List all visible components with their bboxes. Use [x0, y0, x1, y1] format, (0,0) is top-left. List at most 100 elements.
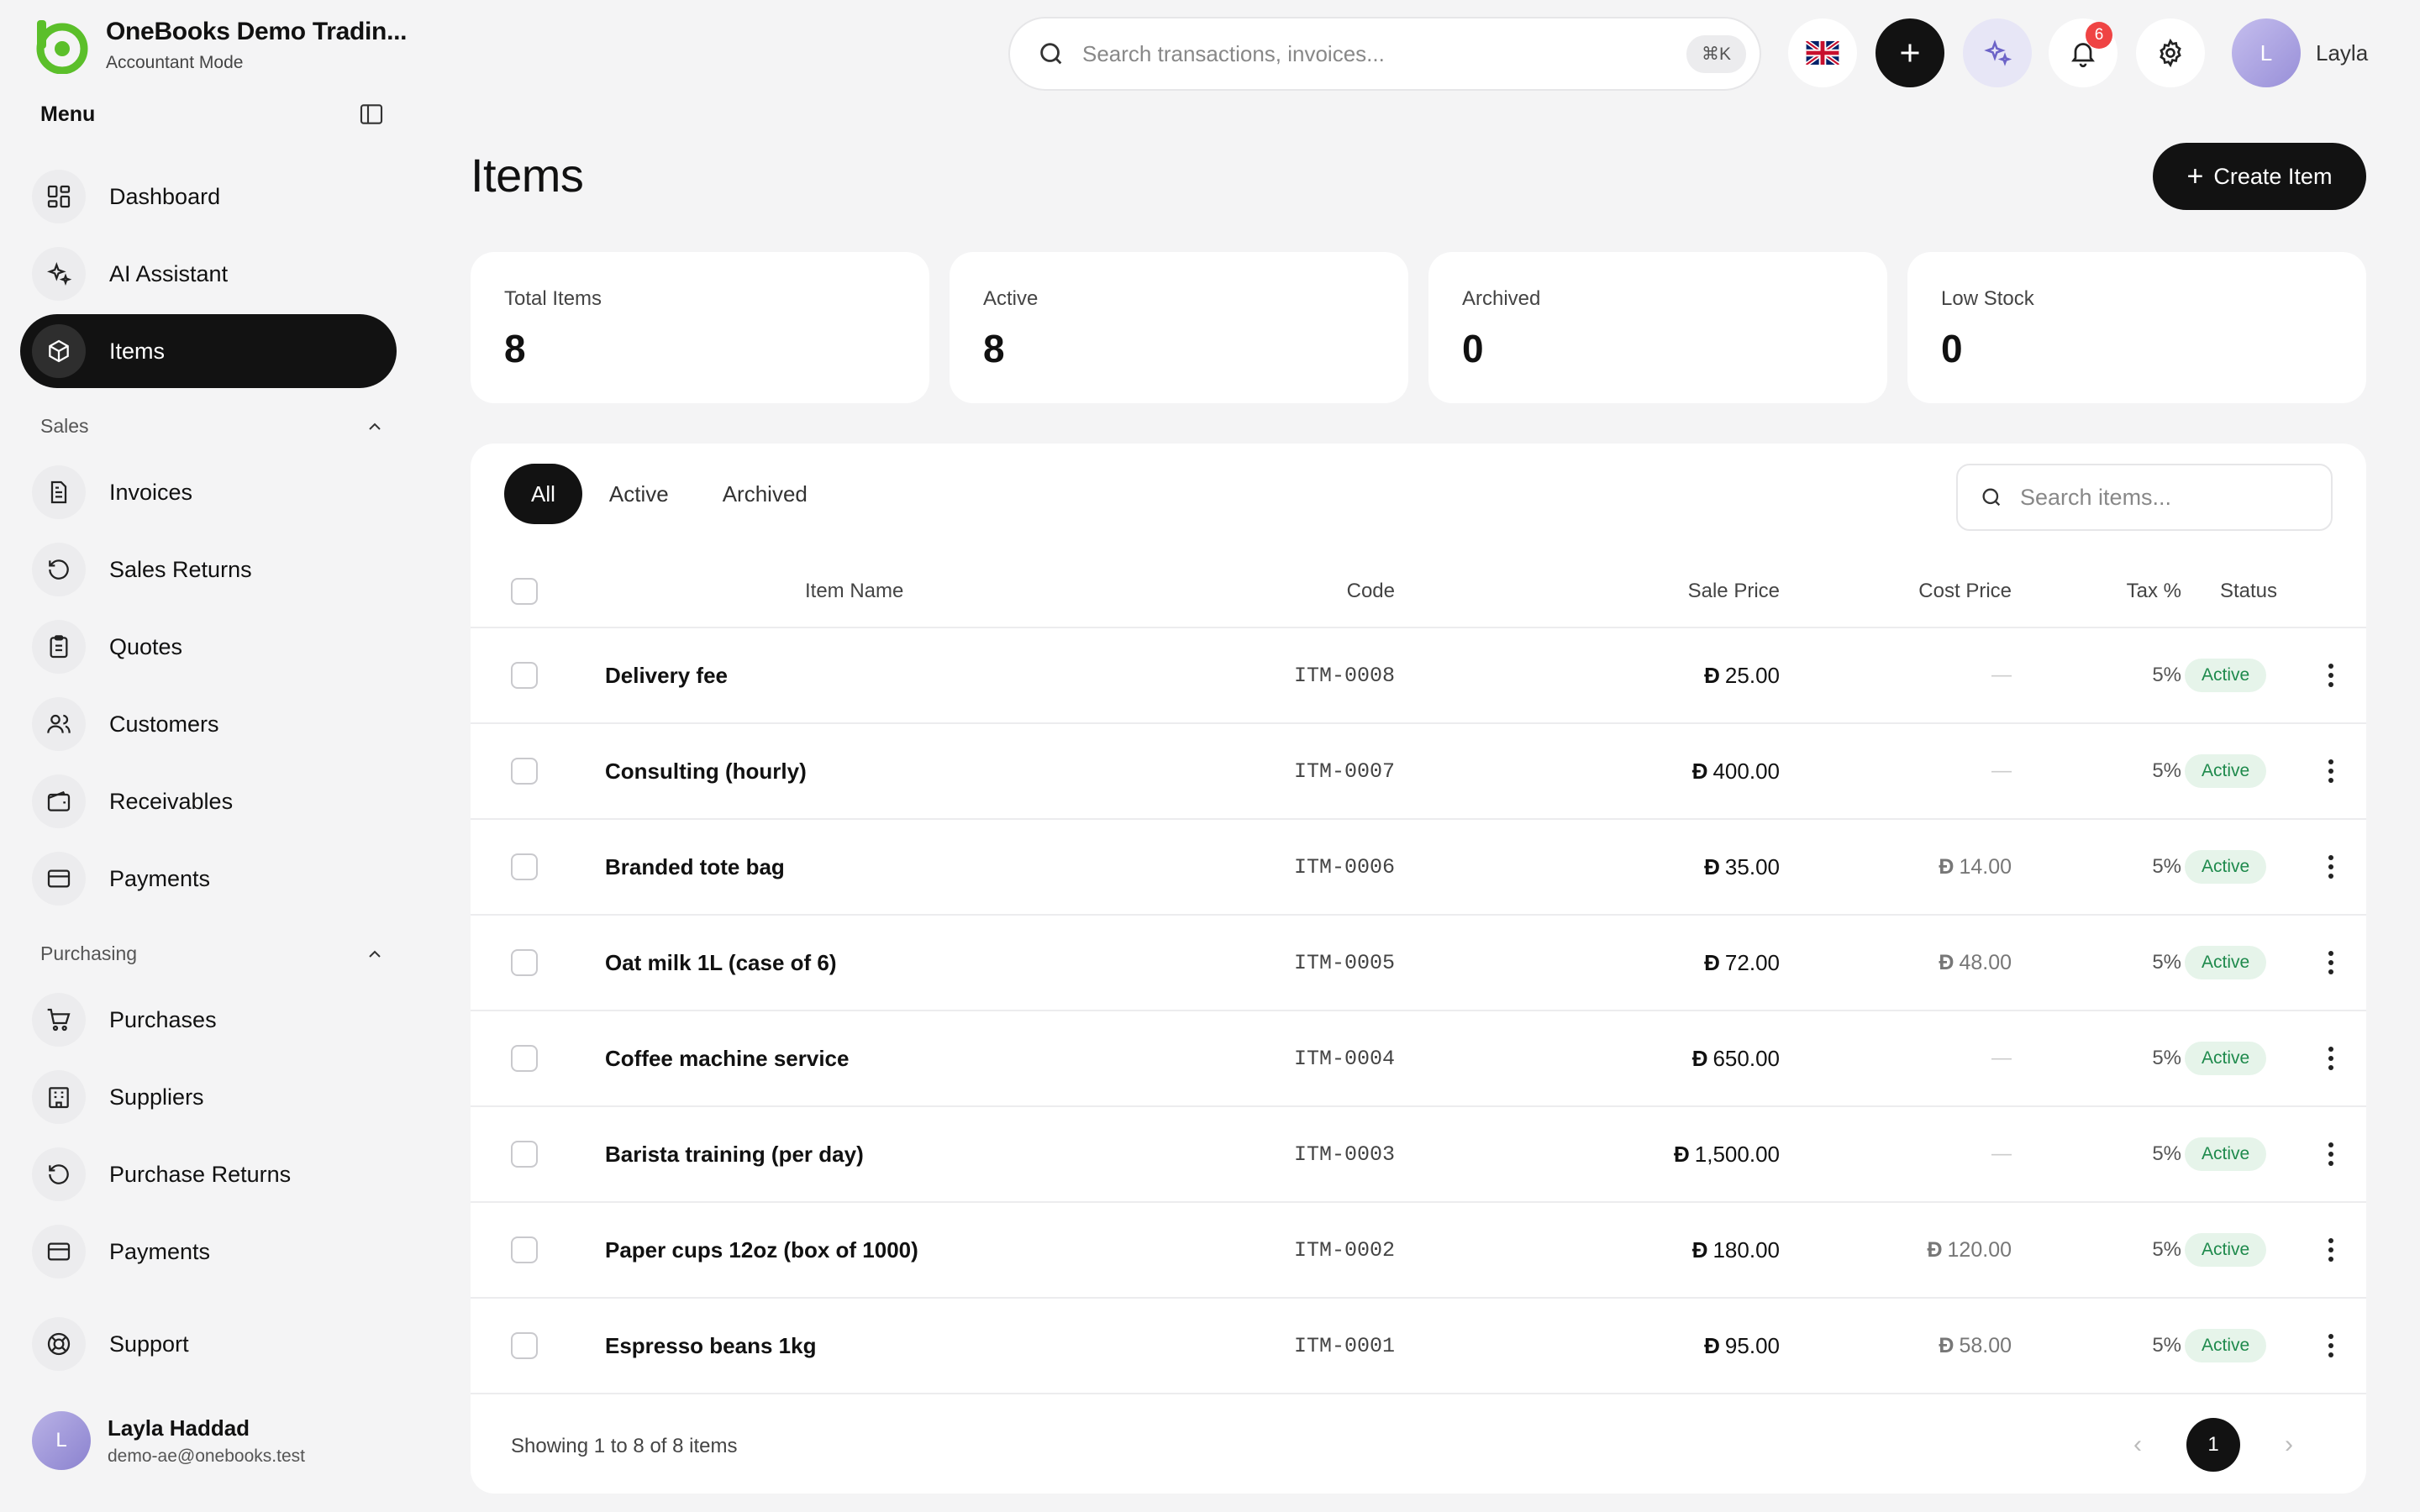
- sale-price: 650.00: [1712, 1045, 1780, 1071]
- sidebar-item-receivables[interactable]: Receivables: [20, 764, 397, 838]
- sidebar-item-payments-sales[interactable]: Payments: [20, 842, 397, 916]
- table-row[interactable]: Oat milk 1L (case of 6) ITM-0005 Đ 72.00 …: [471, 916, 2366, 1011]
- table-row[interactable]: Barista training (per day) ITM-0003 Đ 1,5…: [471, 1107, 2366, 1203]
- row-checkbox[interactable]: [511, 758, 538, 785]
- gear-icon: [2160, 38, 2181, 68]
- sidebar-item-customers[interactable]: Customers: [20, 687, 397, 761]
- create-item-button[interactable]: + Create Item: [2153, 143, 2366, 210]
- item-name[interactable]: Barista training (per day): [605, 1107, 864, 1201]
- sidebar-item-quotes[interactable]: Quotes: [20, 610, 397, 684]
- sidebar-item-purchases[interactable]: Purchases: [20, 983, 397, 1057]
- user-profile[interactable]: L Layla Haddad demo-ae@onebooks.test: [32, 1411, 305, 1470]
- tax-rate: 5%: [2152, 951, 2181, 974]
- tab-archived[interactable]: Archived: [696, 464, 834, 524]
- dirham-icon: Đ: [1704, 662, 1720, 688]
- notifications-button[interactable]: 6: [2049, 18, 2118, 87]
- table-row[interactable]: Branded tote bag ITM-0006 Đ 35.00 Đ 14.00 …: [471, 820, 2366, 916]
- row-actions-cell: [2314, 1299, 2348, 1393]
- ai-assistant-button[interactable]: [1963, 18, 2032, 87]
- chevron-up-icon: [369, 423, 381, 430]
- item-name[interactable]: Consulting (hourly): [605, 724, 807, 818]
- dirham-icon: Đ: [1939, 950, 1954, 974]
- sidebar-item-ai-assistant[interactable]: AI Assistant: [20, 237, 397, 311]
- more-vertical-icon[interactable]: [2314, 759, 2348, 783]
- cost-price: 58.00: [1959, 1333, 2012, 1357]
- row-checkbox[interactable]: [511, 949, 538, 976]
- cost-price-cell: —: [1798, 628, 2012, 722]
- stat-value: 0: [1941, 327, 1963, 370]
- prev-page-icon[interactable]: ‹: [2121, 1428, 2154, 1462]
- sidebar-item-purchase-returns[interactable]: Purchase Returns: [20, 1137, 397, 1211]
- sale-price-cell: Đ 400.00: [1563, 724, 1780, 818]
- table-row[interactable]: Paper cups 12oz (box of 1000) ITM-0002 Đ…: [471, 1203, 2366, 1299]
- global-search-input[interactable]: Search transactions, invoices... ⌘K: [1008, 17, 1761, 91]
- sidebar-item-invoices[interactable]: Invoices: [20, 455, 397, 529]
- language-button[interactable]: [1788, 18, 1857, 87]
- sidebar-item-label: Quotes: [109, 633, 183, 659]
- items-search-input[interactable]: Search items...: [1956, 464, 2333, 531]
- select-all-checkbox[interactable]: [511, 578, 538, 605]
- next-page-icon[interactable]: ›: [2272, 1428, 2306, 1462]
- more-vertical-icon[interactable]: [2314, 951, 2348, 974]
- row-checkbox[interactable]: [511, 1236, 538, 1263]
- item-name[interactable]: Paper cups 12oz (box of 1000): [605, 1203, 918, 1297]
- brand[interactable]: OneBooks Demo Tradin... Accountant Mode: [32, 17, 407, 74]
- sidebar-item-label: AI Assistant: [109, 260, 229, 286]
- row-checkbox[interactable]: [511, 853, 538, 880]
- row-checkbox-cell: [511, 1299, 538, 1393]
- table-row[interactable]: Delivery fee ITM-0008 Đ 25.00 — 5% Active: [471, 628, 2366, 724]
- account-menu[interactable]: L Layla: [2232, 18, 2368, 87]
- dirham-icon: Đ: [1691, 1236, 1708, 1263]
- onebooks-logo-icon: [36, 20, 88, 74]
- search-icon: [1982, 488, 2001, 507]
- table-row[interactable]: Consulting (hourly) ITM-0007 Đ 400.00 — 5…: [471, 724, 2366, 820]
- avatar: L: [32, 1411, 91, 1470]
- cost-price-cell: Đ 14.00: [1798, 820, 2012, 914]
- col-tax[interactable]: Tax %: [2050, 556, 2181, 627]
- tab-all[interactable]: All: [504, 464, 582, 524]
- more-vertical-icon[interactable]: [2314, 1238, 2348, 1262]
- more-vertical-icon[interactable]: [2314, 855, 2348, 879]
- quick-add-button[interactable]: [1876, 18, 1944, 87]
- page-button-1[interactable]: 1: [2186, 1418, 2240, 1472]
- item-name[interactable]: Branded tote bag: [605, 820, 785, 914]
- more-vertical-icon[interactable]: [2314, 1142, 2348, 1166]
- more-vertical-icon[interactable]: [2314, 1334, 2348, 1357]
- col-cost-price[interactable]: Cost Price: [1798, 556, 2012, 627]
- status-badge: Active: [2185, 754, 2267, 788]
- user-email: demo-ae@onebooks.test: [108, 1446, 305, 1466]
- item-name[interactable]: Espresso beans 1kg: [605, 1299, 816, 1393]
- section-purchasing[interactable]: Purchasing: [40, 942, 385, 965]
- item-name[interactable]: Oat milk 1L (case of 6): [605, 916, 837, 1010]
- sidebar-toggle-icon[interactable]: [358, 101, 385, 128]
- col-code[interactable]: Code: [1227, 556, 1395, 627]
- more-vertical-icon[interactable]: [2314, 1047, 2348, 1070]
- row-checkbox[interactable]: [511, 1332, 538, 1359]
- col-status[interactable]: Status: [2220, 556, 2277, 627]
- row-checkbox[interactable]: [511, 1141, 538, 1168]
- more-vertical-icon[interactable]: [2314, 664, 2348, 687]
- sidebar-item-suppliers[interactable]: Suppliers: [20, 1060, 397, 1134]
- row-checkbox[interactable]: [511, 662, 538, 689]
- sidebar-item-label: Purchase Returns: [109, 1161, 292, 1187]
- col-item-name[interactable]: Item Name: [805, 556, 903, 627]
- col-sale-price[interactable]: Sale Price: [1563, 556, 1780, 627]
- row-checkbox-cell: [511, 916, 538, 1010]
- cost-empty: —: [1991, 1142, 2012, 1165]
- sidebar-item-sales-returns[interactable]: Sales Returns: [20, 533, 397, 606]
- avatar: L: [2232, 18, 2301, 87]
- table-row[interactable]: Coffee machine service ITM-0004 Đ 650.00 …: [471, 1011, 2366, 1107]
- sidebar-item-dashboard[interactable]: Dashboard: [20, 160, 397, 234]
- row-checkbox[interactable]: [511, 1045, 538, 1072]
- section-sales[interactable]: Sales: [40, 415, 385, 438]
- cost-price-cell: —: [1798, 1011, 2012, 1105]
- sidebar-item-support[interactable]: Support: [20, 1307, 397, 1381]
- cost-price-cell: Đ 58.00: [1798, 1299, 2012, 1393]
- tab-active[interactable]: Active: [582, 464, 696, 524]
- item-name[interactable]: Coffee machine service: [605, 1011, 849, 1105]
- sidebar-item-payments-purchasing[interactable]: Payments: [20, 1215, 397, 1289]
- settings-button[interactable]: [2136, 18, 2205, 87]
- sidebar-item-items[interactable]: Items: [20, 314, 397, 388]
- table-row[interactable]: Espresso beans 1kg ITM-0001 Đ 95.00 Đ 58.0…: [471, 1299, 2366, 1394]
- item-name[interactable]: Delivery fee: [605, 628, 728, 722]
